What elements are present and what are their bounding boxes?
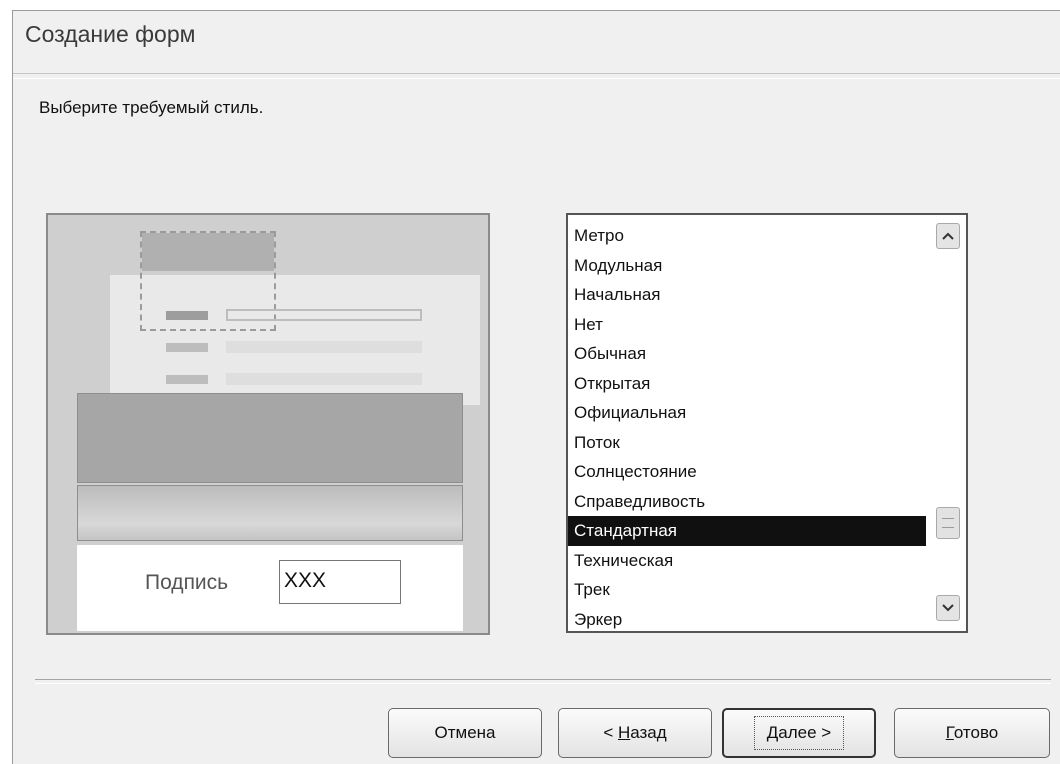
style-list-item[interactable]: Метро bbox=[568, 221, 926, 251]
style-listbox[interactable]: Метро Модульная Начальная Нет Обычная Открыта… bbox=[566, 213, 968, 633]
back-button[interactable]: < Назад bbox=[558, 708, 712, 758]
listbox-scrollbar[interactable] bbox=[930, 215, 966, 631]
preview-caption-label: Подпись bbox=[145, 571, 229, 594]
style-list-item[interactable]: Открытая bbox=[568, 369, 926, 399]
cancel-button[interactable]: Отмена bbox=[388, 708, 542, 758]
style-list-item[interactable]: Техническая bbox=[568, 546, 926, 576]
cancel-button-label: Отмена bbox=[434, 723, 496, 742]
back-rest: азад bbox=[630, 723, 667, 742]
finish-button[interactable]: Готово bbox=[894, 708, 1050, 758]
next-hotkey: Д bbox=[766, 723, 779, 742]
back-prefix: < bbox=[603, 723, 618, 742]
preview-detail-area: Подпись XXX bbox=[77, 545, 463, 631]
preview-textbox: XXX bbox=[279, 560, 401, 604]
preview-field-bar bbox=[226, 341, 422, 353]
style-list-item[interactable]: Справедливость bbox=[568, 487, 926, 517]
preview-field-bar bbox=[226, 373, 422, 385]
style-list-item[interactable]: Официальная bbox=[568, 398, 926, 428]
dialog-title: Создание форм bbox=[25, 21, 196, 47]
preview-label-bar bbox=[166, 343, 208, 352]
preview-form-section-band bbox=[77, 485, 463, 541]
footer-divider bbox=[35, 679, 1051, 684]
back-hotkey: Н bbox=[617, 723, 631, 742]
next-button-label: Далее > bbox=[753, 716, 845, 750]
header-divider bbox=[13, 73, 1060, 79]
style-list-item[interactable]: Трек bbox=[568, 575, 926, 605]
style-list-item[interactable]: Нет bbox=[568, 310, 926, 340]
next-rest: алее > bbox=[778, 723, 832, 742]
style-preview: Подпись XXX bbox=[46, 213, 490, 635]
back-button-label: < Назад bbox=[603, 723, 666, 743]
style-list: Метро Модульная Начальная Нет Обычная Открыта… bbox=[568, 221, 926, 632]
style-list-item[interactable]: Эркер bbox=[568, 605, 926, 632]
style-list-item[interactable]: Обычная bbox=[568, 339, 926, 369]
finish-hotkey: Г bbox=[945, 723, 954, 742]
style-list-item[interactable]: Солнцестояние bbox=[568, 457, 926, 487]
preview-field-bar bbox=[226, 309, 422, 321]
preview-label-bar bbox=[166, 311, 208, 320]
style-list-item[interactable]: Поток bbox=[568, 428, 926, 458]
chevron-up-icon[interactable] bbox=[936, 223, 960, 249]
preview-form-header-band bbox=[77, 393, 463, 483]
chevron-down-icon[interactable] bbox=[936, 595, 960, 621]
style-list-item[interactable]: Стандартная bbox=[568, 516, 926, 546]
form-wizard-dialog: Создание форм Выберите требуемый стиль. … bbox=[12, 10, 1060, 764]
next-button[interactable]: Далее > bbox=[722, 708, 876, 758]
style-list-item[interactable]: Начальная bbox=[568, 280, 926, 310]
scrollbar-thumb[interactable] bbox=[936, 507, 960, 539]
style-list-item[interactable]: Модульная bbox=[568, 251, 926, 281]
instruction-text: Выберите требуемый стиль. bbox=[39, 98, 264, 117]
finish-rest: отово bbox=[953, 723, 999, 742]
finish-button-label: Готово bbox=[946, 723, 999, 743]
preview-label-bar bbox=[166, 375, 208, 384]
